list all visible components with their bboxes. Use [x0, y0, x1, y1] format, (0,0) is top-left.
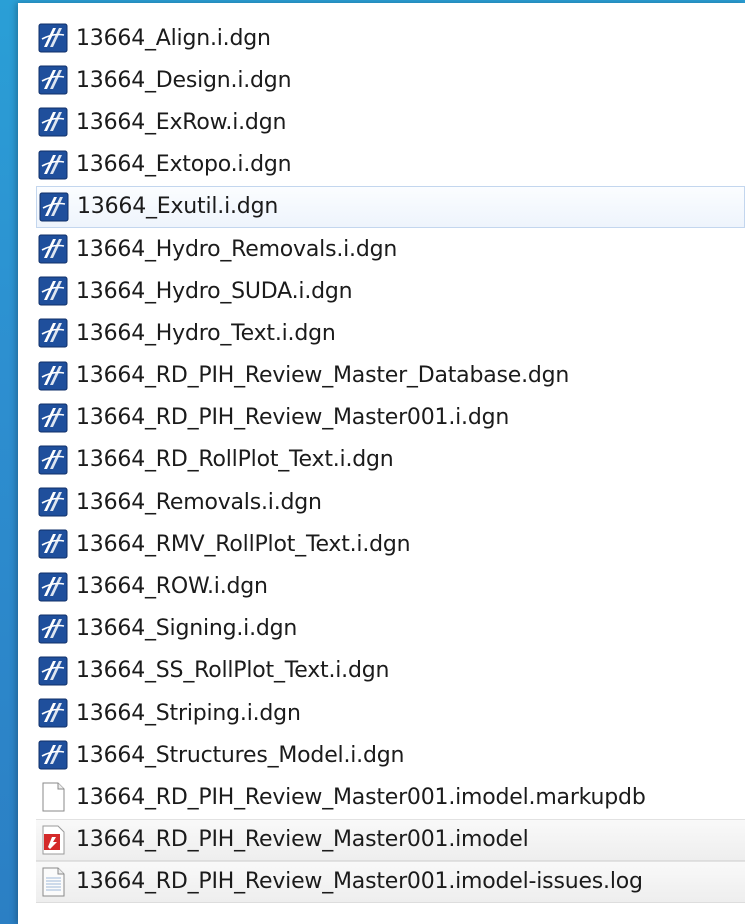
microstation-dgn-icon [38, 445, 68, 475]
file-name-label: 13664_Removals.i.dgn [76, 489, 322, 515]
file-name-label: 13664_Align.i.dgn [76, 25, 271, 51]
file-list-item[interactable]: 13664_RD_PIH_Review_Master_Database.dgn [38, 355, 745, 397]
file-list-item[interactable]: 13664_ExRow.i.dgn [38, 101, 745, 143]
file-name-label: 13664_Hydro_Text.i.dgn [76, 320, 336, 346]
file-list-item[interactable]: 13664_RMV_RollPlot_Text.i.dgn [38, 523, 745, 565]
microstation-dgn-icon [38, 698, 68, 728]
file-list-item[interactable]: 13664_Striping.i.dgn [38, 692, 745, 734]
file-name-label: 13664_RD_RollPlot_Text.i.dgn [76, 447, 394, 473]
text-log-file-icon [38, 867, 68, 897]
file-list-item[interactable]: 13664_SS_RollPlot_Text.i.dgn [38, 650, 745, 692]
microstation-dgn-icon [38, 276, 68, 306]
microstation-dgn-icon [38, 318, 68, 348]
file-name-label: 13664_RD_PIH_Review_Master001.imodel [76, 827, 529, 853]
file-list-item[interactable]: 13664_RD_PIH_Review_Master001.imodel [36, 818, 745, 861]
file-name-label: 13664_ExRow.i.dgn [76, 109, 287, 135]
file-list-item[interactable]: 13664_RD_PIH_Review_Master001.i.dgn [38, 397, 745, 439]
file-name-label: 13664_RMV_RollPlot_Text.i.dgn [76, 531, 411, 557]
file-list-item[interactable]: 13664_Align.i.dgn [38, 17, 745, 59]
blank-file-icon [38, 782, 68, 812]
file-list: 13664_Align.i.dgn 13664_Design.i.dgn 136… [36, 17, 745, 903]
microstation-dgn-icon [38, 529, 68, 559]
file-name-label: 13664_ROW.i.dgn [76, 574, 268, 600]
file-name-label: 13664_Hydro_SUDA.i.dgn [76, 278, 353, 304]
file-name-label: 13664_RD_PIH_Review_Master001.i.dgn [76, 405, 510, 431]
file-list-item[interactable]: 13664_Design.i.dgn [38, 59, 745, 101]
file-name-label: 13664_Exutil.i.dgn [77, 194, 279, 220]
microstation-dgn-icon [38, 23, 68, 53]
file-name-label: 13664_Extopo.i.dgn [76, 152, 292, 178]
microstation-dgn-icon [38, 656, 68, 686]
file-name-label: 13664_Hydro_Removals.i.dgn [76, 236, 398, 262]
imodel-file-icon [38, 825, 68, 855]
microstation-dgn-icon [38, 614, 68, 644]
microstation-dgn-icon [38, 487, 68, 517]
file-list-item[interactable]: 13664_Exutil.i.dgn [36, 185, 745, 228]
microstation-dgn-icon [38, 572, 68, 602]
microstation-dgn-icon [38, 150, 68, 180]
file-list-item[interactable]: 13664_Structures_Model.i.dgn [38, 734, 745, 776]
microstation-dgn-icon [39, 192, 69, 222]
microstation-dgn-icon [38, 234, 68, 264]
microstation-dgn-icon [38, 361, 68, 391]
file-name-label: 13664_RD_PIH_Review_Master001.imodel.mar… [76, 784, 646, 810]
file-list-item[interactable]: 13664_ROW.i.dgn [38, 565, 745, 607]
file-name-label: 13664_Design.i.dgn [76, 67, 292, 93]
microstation-dgn-icon [38, 107, 68, 137]
file-name-label: 13664_Striping.i.dgn [76, 700, 301, 726]
file-name-label: 13664_SS_RollPlot_Text.i.dgn [76, 658, 390, 684]
file-name-label: 13664_RD_PIH_Review_Master001.imodel-iss… [76, 869, 643, 895]
microstation-dgn-icon [38, 740, 68, 770]
file-name-label: 13664_Signing.i.dgn [76, 616, 298, 642]
file-list-item[interactable]: 13664_RD_PIH_Review_Master001.imodel.mar… [38, 776, 745, 818]
file-list-item[interactable]: 13664_Removals.i.dgn [38, 481, 745, 523]
microstation-dgn-icon [38, 403, 68, 433]
file-name-label: 13664_RD_PIH_Review_Master_Database.dgn [76, 363, 570, 389]
file-list-item[interactable]: 13664_Extopo.i.dgn [38, 144, 745, 186]
file-list-item[interactable]: 13664_RD_PIH_Review_Master001.imodel-iss… [36, 860, 745, 903]
file-name-label: 13664_Structures_Model.i.dgn [76, 742, 405, 768]
file-list-item[interactable]: 13664_Hydro_Removals.i.dgn [38, 228, 745, 270]
file-list-item[interactable]: 13664_Signing.i.dgn [38, 608, 745, 650]
file-list-panel: 13664_Align.i.dgn 13664_Design.i.dgn 136… [18, 3, 745, 924]
file-list-item[interactable]: 13664_RD_RollPlot_Text.i.dgn [38, 439, 745, 481]
microstation-dgn-icon [38, 65, 68, 95]
file-list-item[interactable]: 13664_Hydro_SUDA.i.dgn [38, 270, 745, 312]
file-list-item[interactable]: 13664_Hydro_Text.i.dgn [38, 312, 745, 354]
